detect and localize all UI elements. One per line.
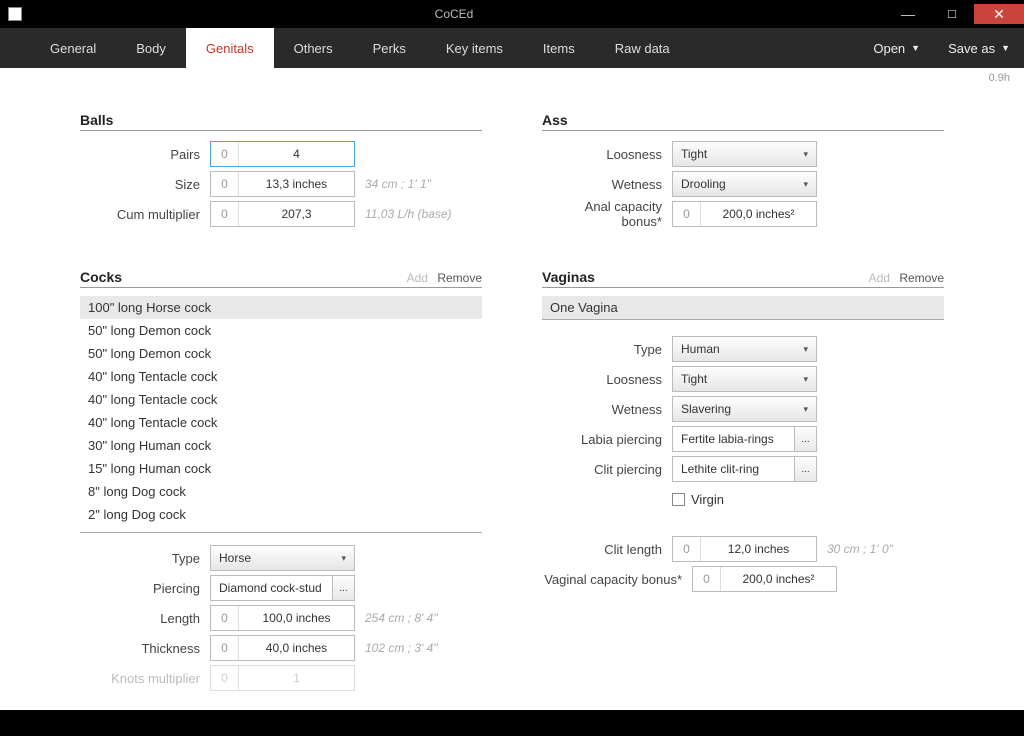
list-item[interactable]: 2" long Dog cock [80, 503, 482, 526]
titlebar: CoCEd — ☐ ✕ [0, 0, 1024, 28]
section-title: Ass [542, 112, 568, 128]
tab-rawdata[interactable]: Raw data [595, 28, 690, 68]
pairs-input[interactable]: 0 4 [210, 141, 355, 167]
vaginas-add[interactable]: Add [869, 271, 890, 285]
tab-general[interactable]: General [30, 28, 116, 68]
cock-length-label: Length [80, 611, 210, 626]
cummult-input[interactable]: 0 207,3 [210, 201, 355, 227]
clitlen-hint: 30 cm ; 1' 0" [827, 542, 893, 556]
vaginas-remove[interactable]: Remove [899, 271, 944, 285]
list-item[interactable]: One Vagina [542, 296, 944, 320]
cock-length-input[interactable]: 0 100,0 inches [210, 605, 355, 631]
list-item[interactable]: 15" long Human cock [80, 457, 482, 480]
list-item[interactable]: 40" long Tentacle cock [80, 411, 482, 434]
section-title: Cocks [80, 269, 122, 285]
window-title: CoCEd [22, 7, 886, 21]
version-label: 0.9h [989, 72, 1010, 84]
size-input[interactable]: 0 13,3 inches [210, 171, 355, 197]
open-menu[interactable]: Open▼ [859, 28, 934, 68]
ass-loosness-label: Loosness [542, 147, 672, 162]
vag-loosness-label: Loosness [542, 372, 672, 387]
chevron-down-icon: ▾ [803, 149, 808, 160]
vag-type-select[interactable]: Human▾ [672, 336, 817, 362]
chevron-down-icon: ▾ [341, 553, 346, 564]
vag-capacity-input[interactable]: 0 200,0 inches² [692, 566, 837, 592]
chevron-down-icon: ▼ [1001, 43, 1010, 53]
minimize-button[interactable]: — [886, 4, 930, 24]
chevron-down-icon: ▾ [803, 374, 808, 385]
cock-thickness-label: Thickness [80, 641, 210, 656]
cock-type-select[interactable]: Horse▾ [210, 545, 355, 571]
tabbar: General Body Genitals Others Perks Key i… [0, 28, 1024, 68]
cummult-label: Cum multiplier [80, 207, 210, 222]
vag-wetness-select[interactable]: Slavering▾ [672, 396, 817, 422]
ellipsis-button[interactable]: ... [795, 456, 817, 482]
list-item[interactable]: 50" long Demon cock [80, 319, 482, 342]
tab-body[interactable]: Body [116, 28, 186, 68]
vag-capacity-label: Vaginal capacity bonus* [542, 572, 692, 587]
cocks-list[interactable]: 100" long Horse cock 50" long Demon cock… [80, 296, 482, 533]
labia-label: Labia piercing [542, 432, 672, 447]
cock-type-label: Type [80, 551, 210, 566]
ass-wetness-select[interactable]: Drooling▾ [672, 171, 817, 197]
clitlen-label: Clit length [542, 542, 672, 557]
chevron-down-icon: ▾ [803, 344, 808, 355]
vag-type-label: Type [542, 342, 672, 357]
saveas-menu[interactable]: Save as▼ [934, 28, 1024, 68]
cock-piercing-input[interactable]: Diamond cock-stud ... [210, 575, 355, 601]
anal-capacity-label: Anal capacity bonus* [542, 199, 672, 229]
list-item[interactable]: 30" long Human cock [80, 434, 482, 457]
cummult-hint: 11,03 L/h (base) [365, 207, 452, 221]
chevron-down-icon: ▾ [803, 179, 808, 190]
section-title: Balls [80, 112, 113, 128]
close-button[interactable]: ✕ [974, 4, 1024, 24]
app-icon [8, 7, 22, 21]
balls-section: Balls [80, 112, 482, 131]
vag-loosness-select[interactable]: Tight▾ [672, 366, 817, 392]
ass-wetness-label: Wetness [542, 177, 672, 192]
cocks-section: Cocks Add Remove [80, 269, 482, 288]
list-item[interactable]: 100" long Horse cock [80, 296, 482, 319]
virgin-checkbox[interactable]: Virgin [672, 492, 724, 507]
tab-items[interactable]: Items [523, 28, 595, 68]
length-hint: 254 cm ; 8' 4" [365, 611, 438, 625]
tab-others[interactable]: Others [274, 28, 353, 68]
knots-input: 0 1 [210, 665, 355, 691]
cock-piercing-label: Piercing [80, 581, 210, 596]
ass-loosness-select[interactable]: Tight▾ [672, 141, 817, 167]
pairs-label: Pairs [80, 147, 210, 162]
cocks-add[interactable]: Add [407, 271, 428, 285]
vaginas-section: Vaginas Add Remove [542, 269, 944, 288]
cock-thickness-input[interactable]: 0 40,0 inches [210, 635, 355, 661]
maximize-button[interactable]: ☐ [930, 4, 974, 24]
cocks-remove[interactable]: Remove [437, 271, 482, 285]
chevron-down-icon: ▾ [803, 404, 808, 415]
list-item[interactable]: 40" long Tentacle cock [80, 388, 482, 411]
vag-wetness-label: Wetness [542, 402, 672, 417]
anal-capacity-input[interactable]: 0 200,0 inches² [672, 201, 817, 227]
ass-section: Ass [542, 112, 944, 131]
ellipsis-button[interactable]: ... [333, 575, 355, 601]
knots-label: Knots multiplier [80, 671, 210, 686]
clitlen-input[interactable]: 0 12,0 inches [672, 536, 817, 562]
size-hint: 34 cm ; 1' 1" [365, 177, 431, 191]
clitp-label: Clit piercing [542, 462, 672, 477]
checkbox-icon [672, 493, 685, 506]
tab-perks[interactable]: Perks [353, 28, 426, 68]
tab-keyitems[interactable]: Key items [426, 28, 523, 68]
size-label: Size [80, 177, 210, 192]
list-item[interactable]: 8" long Dog cock [80, 480, 482, 503]
section-title: Vaginas [542, 269, 595, 285]
clitp-input[interactable]: Lethite clit-ring ... [672, 456, 817, 482]
thickness-hint: 102 cm ; 3' 4" [365, 641, 438, 655]
list-item[interactable]: 40" long Tentacle cock [80, 365, 482, 388]
chevron-down-icon: ▼ [911, 43, 920, 53]
vaginas-list[interactable]: One Vagina [542, 296, 944, 320]
tab-genitals[interactable]: Genitals [186, 28, 274, 68]
labia-input[interactable]: Fertite labia-rings ... [672, 426, 817, 452]
list-item[interactable]: 50" long Demon cock [80, 342, 482, 365]
ellipsis-button[interactable]: ... [795, 426, 817, 452]
